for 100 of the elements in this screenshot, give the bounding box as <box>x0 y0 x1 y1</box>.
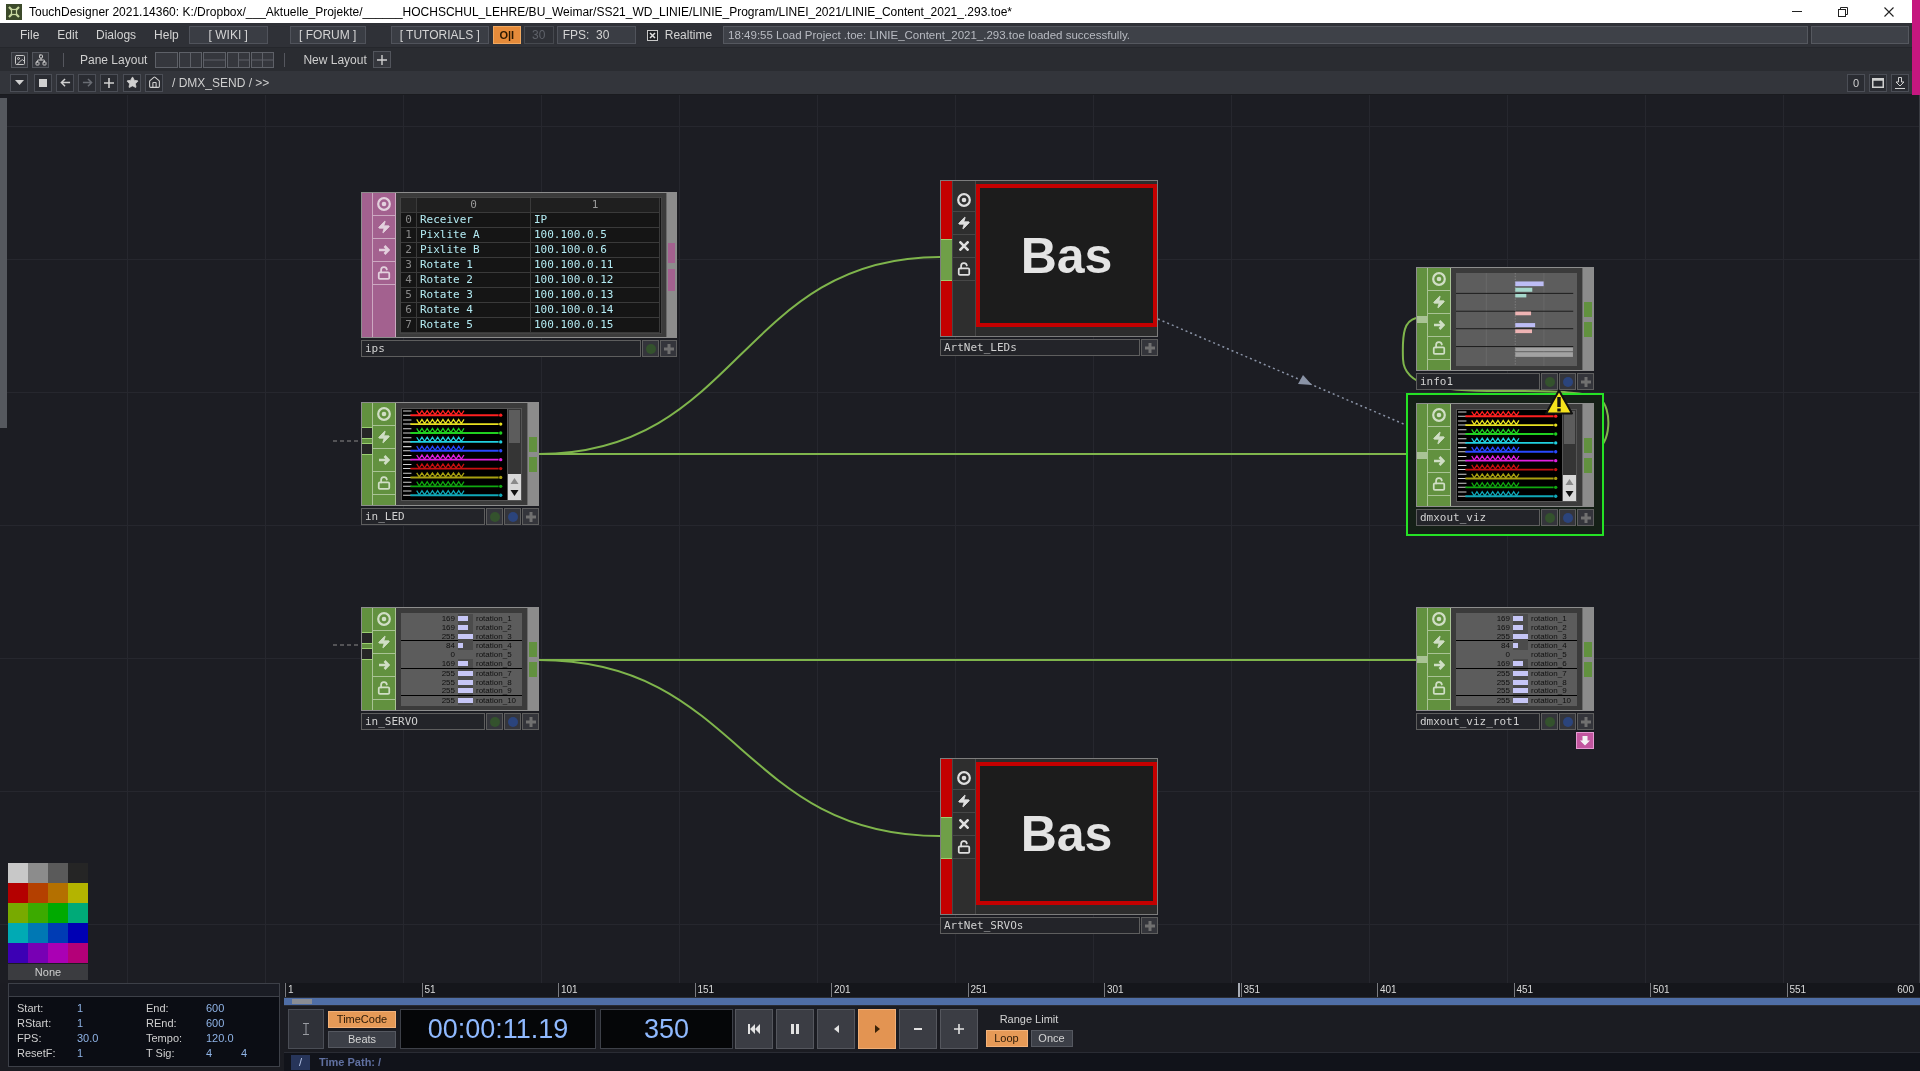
scrollbar[interactable] <box>507 409 521 500</box>
add-button[interactable] <box>100 73 118 92</box>
layout-button[interactable] <box>179 51 203 68</box>
scroll-arrows-icon[interactable] <box>508 474 521 500</box>
home-button[interactable] <box>145 73 163 92</box>
render-flag-button[interactable] <box>486 713 503 730</box>
node-name[interactable]: ArtNet_SRVOs <box>940 917 1140 934</box>
swatch-icon[interactable] <box>28 943 48 963</box>
display-flag-button[interactable] <box>1559 713 1576 730</box>
layout-button[interactable] <box>227 51 251 68</box>
cross-icon[interactable] <box>959 819 969 829</box>
download-button[interactable] <box>1891 73 1909 92</box>
swatch-icon[interactable] <box>28 883 48 903</box>
layout-button[interactable] <box>155 51 179 68</box>
swatch-icon[interactable] <box>48 863 68 883</box>
lock-icon[interactable] <box>957 262 971 276</box>
swatch-icon[interactable] <box>68 923 88 943</box>
swatch-icon[interactable] <box>28 863 48 883</box>
playhead[interactable] <box>1237 983 1240 997</box>
time-path-button[interactable]: / <box>291 1054 310 1070</box>
swatch-icon[interactable] <box>68 883 88 903</box>
image-button[interactable] <box>11 51 28 68</box>
text-cursor-button[interactable] <box>288 1009 324 1049</box>
time-mode-tab[interactable]: Beats <box>328 1030 396 1048</box>
range-option[interactable]: Loop <box>985 1029 1028 1047</box>
network-path[interactable]: / DMX_SEND / >> <box>172 73 270 92</box>
arrow-right-icon[interactable] <box>378 455 390 465</box>
transport-button[interactable] <box>940 1009 978 1049</box>
back-button[interactable] <box>56 73 74 92</box>
menu-item[interactable]: Help <box>145 26 188 44</box>
lock-icon[interactable] <box>957 840 971 854</box>
ring-icon[interactable] <box>957 771 971 785</box>
node-name[interactable]: ArtNet_LEDs <box>940 339 1140 356</box>
arrow-right-icon[interactable] <box>1433 456 1445 466</box>
swatch-icon[interactable] <box>68 903 88 923</box>
bookmark-button[interactable] <box>123 73 141 92</box>
swatch-icon[interactable] <box>8 863 28 883</box>
stop-button[interactable] <box>34 73 52 92</box>
column-header[interactable]: 1 <box>531 198 660 213</box>
link-button[interactable]: [ WIKI ] <box>188 26 268 44</box>
swatch-icon[interactable] <box>8 943 28 963</box>
counter-button[interactable]: 0 <box>1847 73 1865 92</box>
render-flag-button[interactable] <box>486 508 503 525</box>
add-layout-button[interactable] <box>372 51 391 68</box>
swatch-icon[interactable] <box>8 903 28 923</box>
realtime-checkbox[interactable] <box>646 29 658 41</box>
link-button[interactable]: [ TUTORIALS ] <box>390 26 489 44</box>
swatch-icon[interactable] <box>68 943 88 963</box>
warning-icon[interactable] <box>1545 389 1573 415</box>
scrollbar[interactable] <box>0 98 7 428</box>
render-flag-button[interactable] <box>642 340 659 357</box>
arrow-right-icon[interactable] <box>1433 660 1445 670</box>
arrow-right-icon[interactable] <box>378 660 390 670</box>
swatch-icon[interactable] <box>28 903 48 923</box>
render-flag-button[interactable] <box>1541 509 1558 526</box>
swatch-icon[interactable] <box>48 883 68 903</box>
swatch-icon[interactable] <box>48 903 68 923</box>
display-flag-button[interactable] <box>1559 509 1576 526</box>
column-header[interactable]: 0 <box>417 198 531 213</box>
arrow-right-icon[interactable] <box>378 245 390 255</box>
arrow-right-icon[interactable] <box>1433 320 1445 330</box>
transport-button[interactable] <box>776 1009 814 1049</box>
display-flag-button[interactable] <box>504 508 521 525</box>
link-button[interactable]: [ FORUM ] <box>289 26 366 44</box>
node-name[interactable]: dmxout_viz_rot1 <box>1416 713 1540 730</box>
node-name[interactable]: in_SERVO <box>361 713 485 730</box>
none-swatch[interactable]: None <box>8 964 88 980</box>
swatch-icon[interactable] <box>28 923 48 943</box>
cross-icon[interactable] <box>959 241 969 251</box>
swatch-icon[interactable] <box>68 863 88 883</box>
layout-button[interactable] <box>251 51 275 68</box>
layout-button[interactable] <box>203 51 227 68</box>
node-name[interactable]: dmxout_viz <box>1416 509 1540 526</box>
swatch-icon[interactable] <box>48 923 68 943</box>
scroll-arrows-icon[interactable] <box>1563 475 1576 501</box>
lightning-icon[interactable] <box>957 794 971 808</box>
menu-item[interactable]: File <box>11 26 49 44</box>
range-option[interactable]: Once <box>1030 1029 1073 1047</box>
scrollbar[interactable] <box>1562 410 1576 501</box>
menu-caret-button[interactable] <box>10 73 28 92</box>
node-name[interactable]: in_LED <box>361 508 485 525</box>
network-button[interactable] <box>32 51 49 68</box>
display-flag-button[interactable] <box>1559 373 1576 390</box>
timeline-ruler[interactable]: 1 51 101 151 201 251 301 351 401 451 501 551 600 <box>284 983 1920 997</box>
node-name[interactable]: info1 <box>1416 373 1540 390</box>
swatch-icon[interactable] <box>8 923 28 943</box>
display-flag-button[interactable] <box>504 713 521 730</box>
menu-item[interactable]: Dialogs <box>87 26 146 44</box>
render-flag-button[interactable] <box>1541 713 1558 730</box>
swatch-icon[interactable] <box>8 883 28 903</box>
node-name[interactable]: ips <box>361 340 641 357</box>
power-toggle[interactable]: O|I <box>492 26 521 44</box>
lightning-icon[interactable] <box>957 216 971 230</box>
transport-button[interactable] <box>735 1009 773 1049</box>
menu-item[interactable]: Edit <box>48 26 88 44</box>
window-button[interactable] <box>1869 73 1887 92</box>
ring-icon[interactable] <box>957 193 971 207</box>
swatch-icon[interactable] <box>48 943 68 963</box>
render-flag-button[interactable] <box>1541 373 1558 390</box>
time-mode-tab[interactable]: TimeCode <box>328 1010 396 1028</box>
